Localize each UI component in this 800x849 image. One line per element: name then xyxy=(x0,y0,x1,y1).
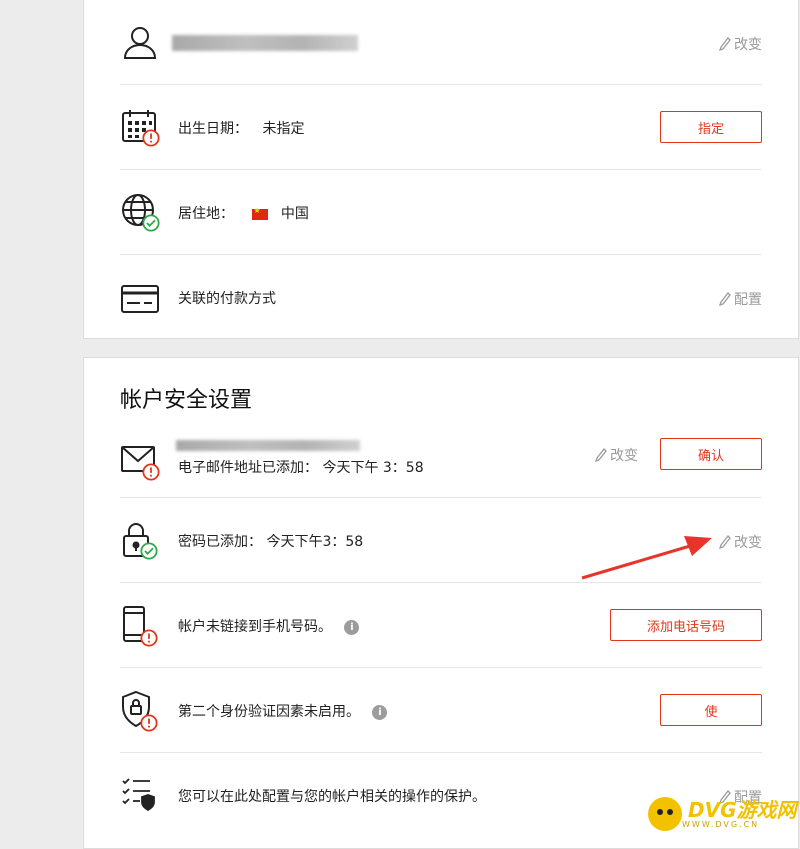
profile-card: 改变 出生日期： 未指定 指定 居住地： ★ 中国 关联的付款方式 配置 xyxy=(83,0,799,339)
twofactor-status: 第二个身份验证因素未启用。 xyxy=(178,704,360,720)
name-edit-label: 改变 xyxy=(734,37,762,53)
name-edit-link[interactable]: 改变 xyxy=(719,34,762,54)
birthday-value: 未指定 xyxy=(262,121,305,137)
residence-row: 居住地： 中国 xyxy=(120,170,762,255)
residence-value: 中国 xyxy=(280,206,309,222)
add-phone-button[interactable]: 添加电话号码 xyxy=(610,609,762,641)
birthday-text: 出生日期： 未指定 xyxy=(178,118,304,138)
phone-row: 帐户未链接到手机号码。 i 添加电话号码 xyxy=(120,583,762,668)
payment-configure-label: 配置 xyxy=(734,292,762,308)
warning-badge-icon xyxy=(142,463,160,481)
email-edit-label: 改变 xyxy=(610,448,638,464)
set-birthday-button[interactable]: 指定 xyxy=(660,111,762,143)
enable-2fa-button[interactable]: 使 xyxy=(660,694,762,726)
pencil-icon xyxy=(719,292,731,306)
pencil-icon xyxy=(719,37,731,51)
twofactor-text: 第二个身份验证因素未启用。 i xyxy=(178,701,388,721)
phone-status: 帐户未链接到手机号码。 xyxy=(178,619,332,635)
watermark-logo: DVG游戏网 WWW.DVG.CN xyxy=(648,792,798,836)
password-text: 密码已添加： 今天下午3：58 xyxy=(178,534,364,550)
info-icon[interactable]: i xyxy=(344,619,360,635)
protection-text: 您可以在此处配置与您的帐户相关的操作的保护。 xyxy=(178,789,486,805)
email-text: 电子邮件地址已添加： 今天下午 3：58 xyxy=(178,460,424,476)
warning-badge-icon xyxy=(140,629,158,647)
checklist-shield-icon xyxy=(120,775,166,821)
watermark-brand: DVG游戏网 xyxy=(688,797,797,822)
globe-icon xyxy=(120,192,166,238)
shield-lock-icon xyxy=(120,690,166,736)
lock-icon xyxy=(120,520,166,566)
password-edit-link[interactable]: 改变 xyxy=(719,532,762,552)
pencil-icon xyxy=(595,448,607,462)
password-row: 密码已添加： 今天下午3：58 改变 xyxy=(120,498,762,583)
email-row: 电子邮件地址已添加： 今天下午 3：58 改变 确认 xyxy=(120,413,762,498)
email-edit-link[interactable]: 改变 xyxy=(595,445,638,465)
china-flag-icon xyxy=(252,206,269,220)
residence-text: 居住地： 中国 xyxy=(178,203,309,223)
phone-text: 帐户未链接到手机号码。 i xyxy=(178,616,360,636)
warning-badge-icon xyxy=(142,129,160,147)
confirm-email-button[interactable]: 确认 xyxy=(660,438,762,470)
credit-card-icon xyxy=(120,279,166,325)
payment-configure-link[interactable]: 配置 xyxy=(719,289,762,309)
gamepad-logo-icon xyxy=(648,797,682,831)
check-badge-icon xyxy=(142,214,160,232)
email-redacted xyxy=(176,440,360,451)
calendar-icon xyxy=(120,107,166,153)
name-row: 改变 xyxy=(120,0,762,85)
user-icon xyxy=(120,22,166,68)
warning-badge-icon xyxy=(140,714,158,732)
name-redacted xyxy=(172,35,358,51)
payment-label: 关联的付款方式 xyxy=(178,291,276,307)
twofactor-row: 第二个身份验证因素未启用。 i 使 xyxy=(120,668,762,753)
check-badge-icon xyxy=(140,542,158,560)
password-edit-label: 改变 xyxy=(734,535,762,551)
security-title: 帐户安全设置 xyxy=(120,388,253,413)
birthday-row: 出生日期： 未指定 指定 xyxy=(120,85,762,170)
payment-row: 关联的付款方式 配置 xyxy=(120,255,762,340)
security-card: 帐户安全设置 电子邮件地址已添加： 今天下午 3：58 改变 确认 密码已添加：… xyxy=(83,357,799,849)
birthday-label: 出生日期： xyxy=(178,121,248,137)
phone-icon xyxy=(120,605,166,651)
info-icon[interactable]: i xyxy=(372,704,388,720)
pencil-icon xyxy=(719,535,731,549)
residence-label: 居住地： xyxy=(178,206,234,222)
mail-icon xyxy=(120,441,166,487)
